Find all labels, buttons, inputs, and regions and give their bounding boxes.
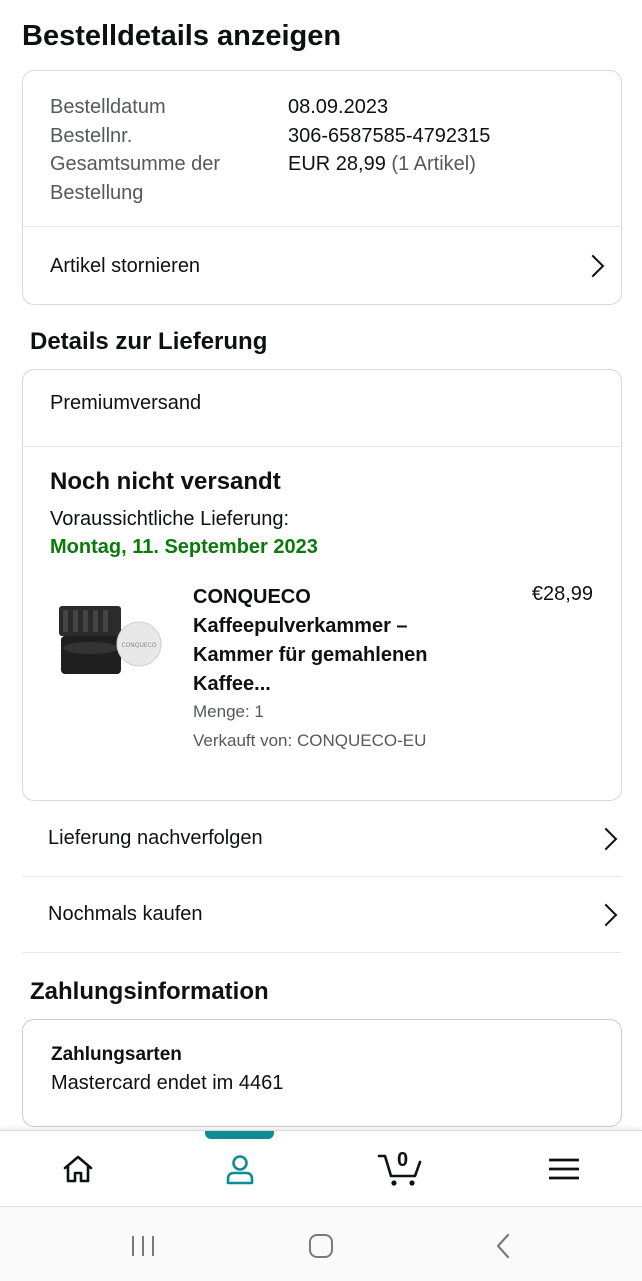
account-tab[interactable] bbox=[190, 1131, 290, 1207]
eta-date: Montag, 11. September 2023 bbox=[50, 536, 318, 558]
product-title-link[interactable]: CONQUECO Kaffeepulverkammer – Kammer für… bbox=[193, 583, 463, 699]
account-icon bbox=[226, 1155, 254, 1185]
home-circle-icon bbox=[309, 1234, 333, 1258]
order-item-count: (1 Artikel) bbox=[391, 153, 476, 176]
back-button[interactable] bbox=[478, 1229, 528, 1263]
shipment-status: Noch nicht versandt bbox=[50, 468, 281, 495]
page-title: Bestelldetails anzeigen bbox=[22, 20, 342, 52]
buy-again-link[interactable]: Nochmals kaufen bbox=[22, 877, 622, 953]
chevron-right-icon bbox=[594, 827, 618, 850]
recent-apps-icon bbox=[132, 1236, 154, 1256]
track-delivery-label: Lieferung nachverfolgen bbox=[48, 827, 263, 849]
product-image[interactable]: CONQUECO bbox=[53, 598, 165, 682]
order-summary-grid: Bestelldatum 08.09.2023 Bestellnr. 306-6… bbox=[50, 93, 601, 207]
order-summary-card: Bestelldatum 08.09.2023 Bestellnr. 306-6… bbox=[22, 70, 622, 305]
payment-card: Zahlungsarten Mastercard endet im 4461 bbox=[22, 1019, 622, 1127]
cart-tab[interactable]: 0 bbox=[350, 1131, 450, 1207]
home-icon bbox=[63, 1155, 93, 1183]
home-tab[interactable] bbox=[28, 1131, 128, 1207]
eta-label: Voraussichtliche Lieferung: bbox=[50, 508, 290, 530]
order-total-label: Gesamtsumme der Bestellung bbox=[50, 153, 221, 204]
divider bbox=[23, 446, 621, 447]
system-nav-bar bbox=[0, 1206, 642, 1281]
order-total-value: EUR 28,99 (1 Artikel) bbox=[288, 150, 601, 207]
shipping-method: Premiumversand bbox=[50, 392, 202, 414]
chevron-right-icon bbox=[581, 254, 605, 278]
cart-count-badge: 0 bbox=[397, 1149, 409, 1171]
recent-apps-button[interactable] bbox=[118, 1229, 168, 1263]
order-date-label: Bestelldatum bbox=[50, 96, 166, 118]
home-button[interactable] bbox=[296, 1229, 346, 1263]
delivery-section-title: Details zur Lieferung bbox=[30, 328, 268, 355]
track-delivery-link[interactable]: Lieferung nachverfolgen bbox=[22, 801, 622, 877]
bottom-nav: 0 bbox=[0, 1130, 642, 1207]
cancel-items-link[interactable]: Artikel stornieren bbox=[23, 227, 621, 305]
product-price: €28,99 bbox=[531, 583, 593, 605]
product-seller: Verkauft von: CONQUECO-EU bbox=[193, 731, 427, 750]
chevron-right-icon bbox=[594, 903, 618, 926]
order-date-value: 08.09.2023 bbox=[288, 96, 389, 118]
order-number-label: Bestellnr. bbox=[50, 124, 133, 147]
cancel-items-label: Artikel stornieren bbox=[50, 254, 201, 277]
buy-again-label: Nochmals kaufen bbox=[48, 903, 203, 925]
menu-tab[interactable] bbox=[514, 1131, 614, 1207]
payment-section-title: Zahlungsinformation bbox=[30, 978, 269, 1005]
payment-method-title: Zahlungsarten bbox=[51, 1044, 182, 1065]
product-image-graphic: CONQUECO bbox=[59, 606, 162, 674]
menu-icon bbox=[549, 1158, 579, 1180]
delivery-card: Premiumversand Noch nicht versandt Vorau… bbox=[22, 369, 622, 801]
back-chevron-icon bbox=[496, 1233, 510, 1259]
order-number-value: 306-6587585-4792315 bbox=[288, 124, 491, 147]
product-quantity: Menge: 1 bbox=[193, 702, 264, 721]
svg-text:CONQUECO: CONQUECO bbox=[121, 642, 156, 649]
order-total-amount: EUR 28,99 bbox=[288, 153, 386, 176]
payment-method-value: Mastercard endet im 4461 bbox=[51, 1072, 284, 1094]
